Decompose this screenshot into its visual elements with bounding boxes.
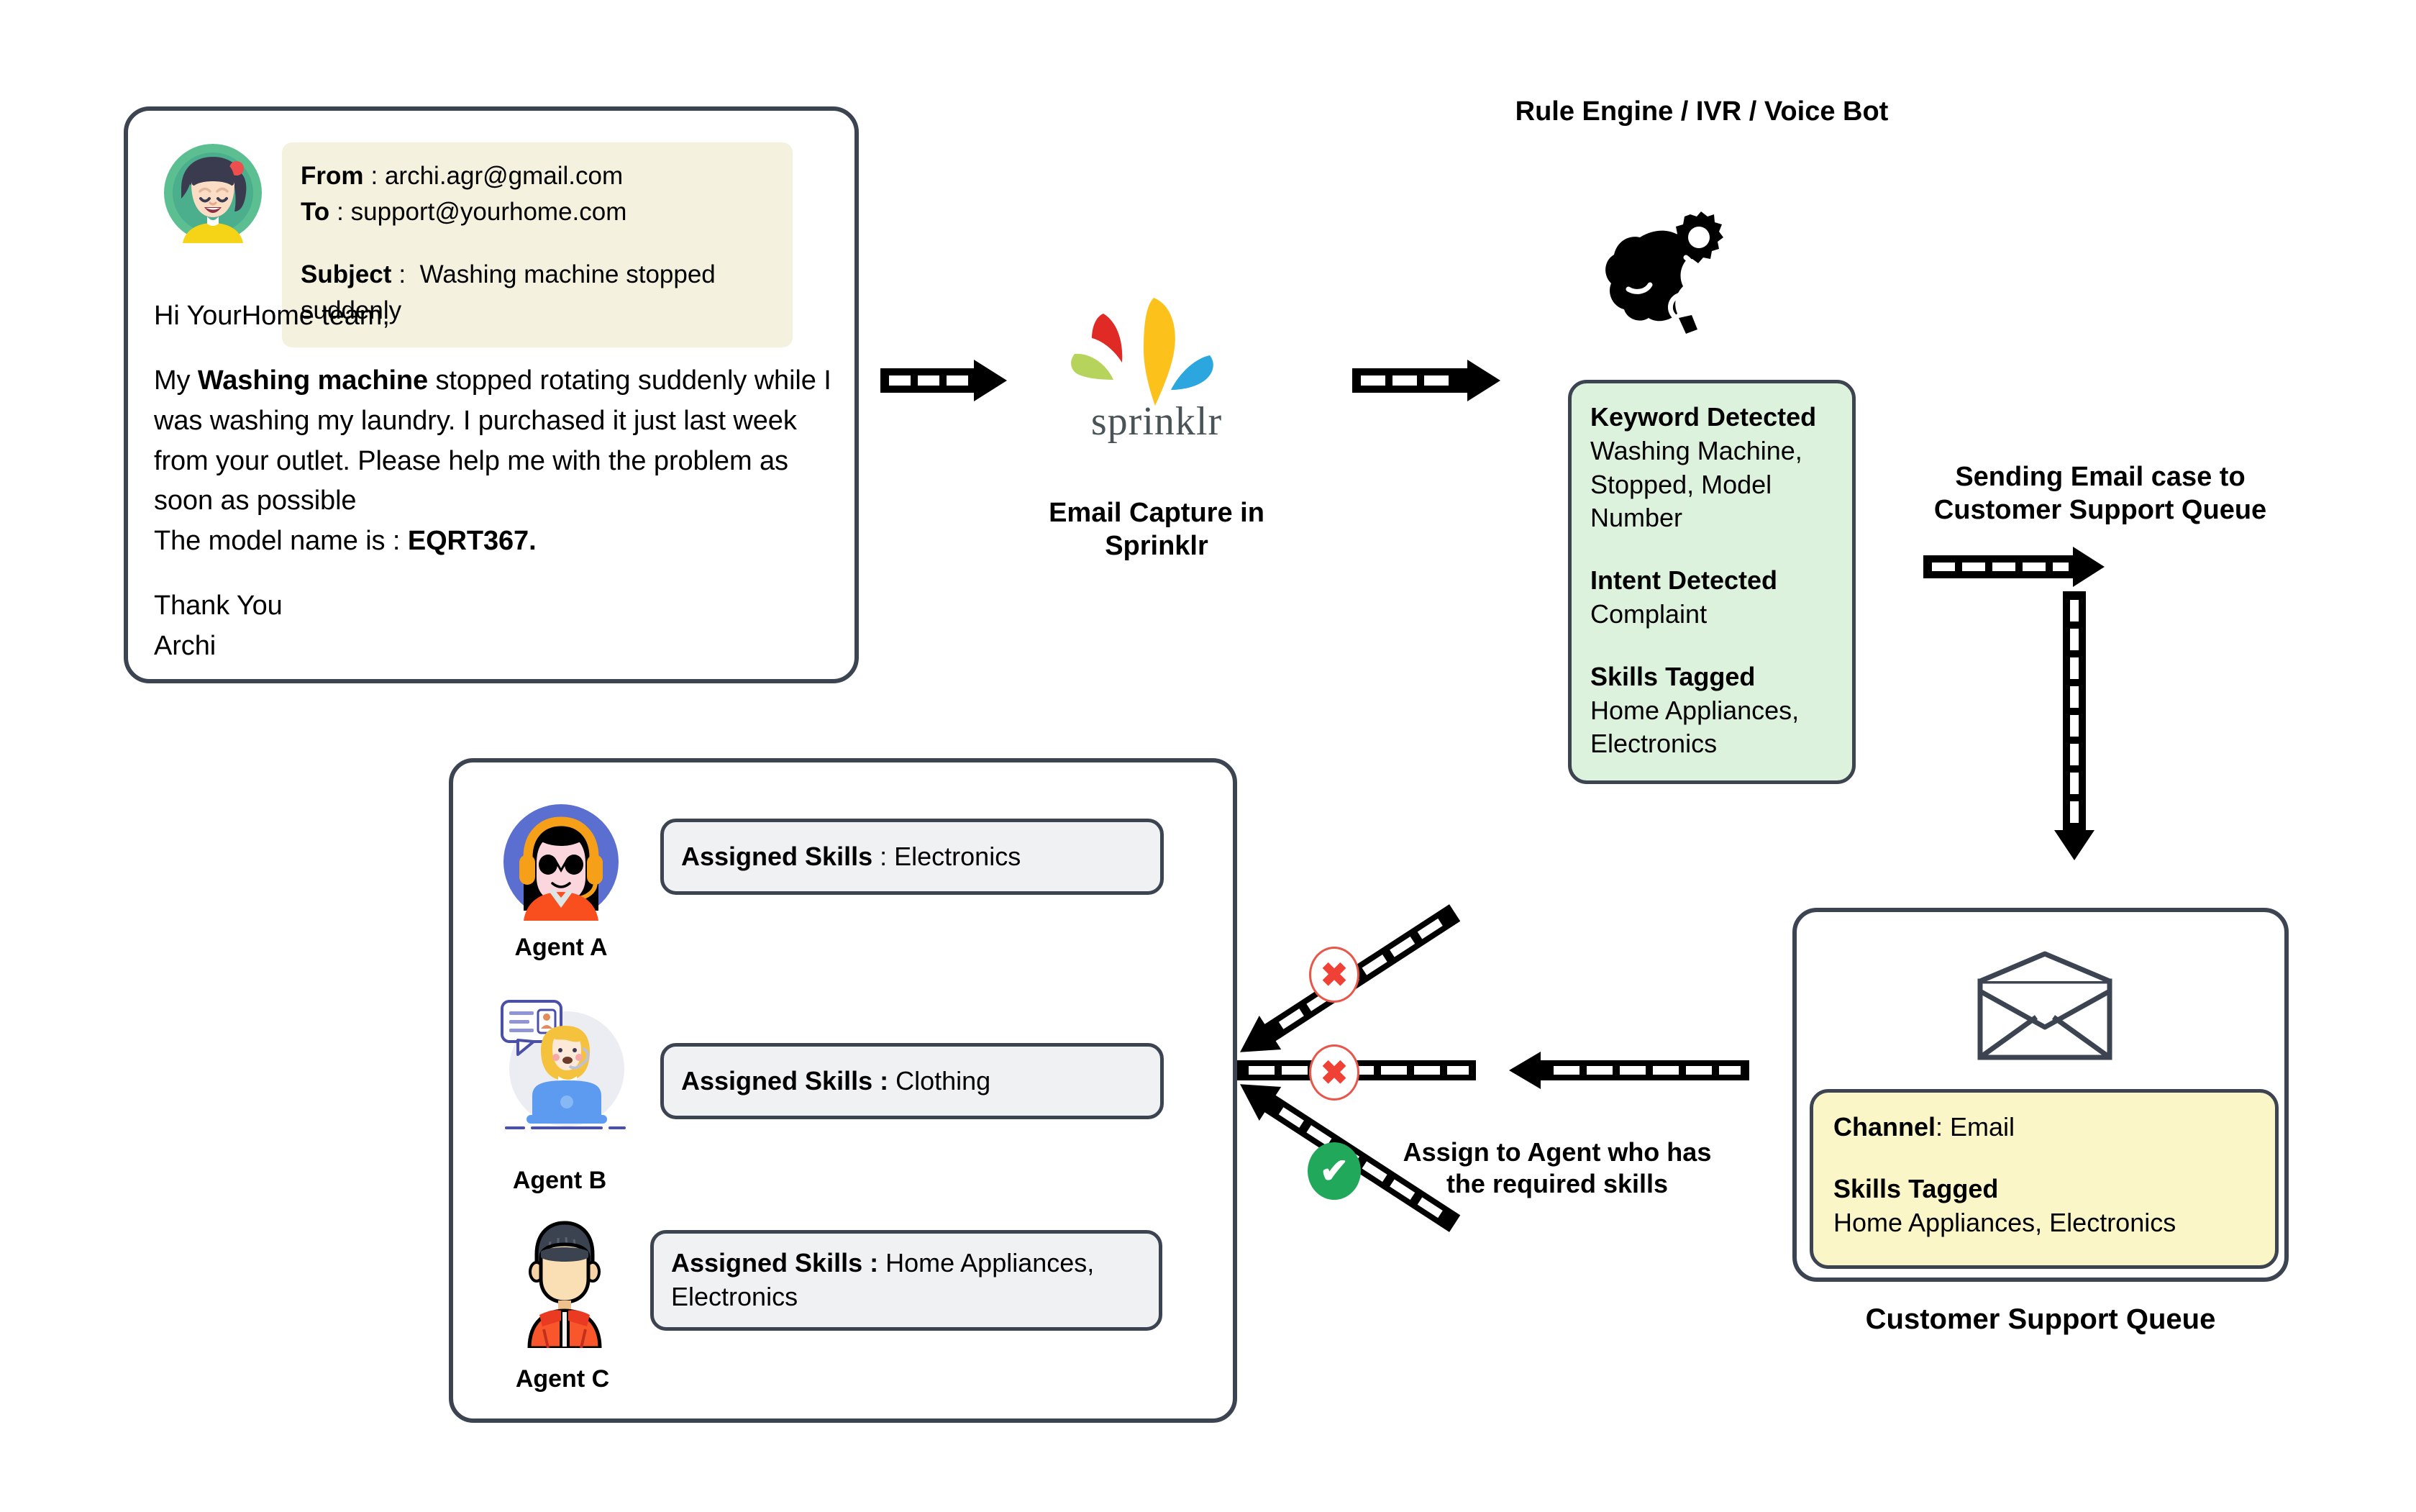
rule-engine-caption: Rule Engine / IVR / Voice Bot	[1515, 96, 1889, 127]
queue-detail-box: Channel: Email Skills Tagged Home Applia…	[1810, 1089, 2279, 1269]
skills-tagged-value: Home Appliances, Electronics	[1590, 695, 1800, 759]
email-to-row: To: support@yourhome.com	[301, 194, 774, 230]
agent-name-a: Agent A	[514, 934, 608, 961]
intent-detected-value: Complaint	[1590, 598, 1708, 629]
accept-badge-agent-c: ✔	[1308, 1142, 1361, 1200]
agent-male-icon	[511, 1217, 619, 1350]
email-paragraph: My Washing machine stopped rotating sudd…	[154, 361, 837, 522]
arrow-sprinklr-to-rule-engine	[1351, 358, 1502, 406]
arrow-email-to-sprinklr	[879, 358, 1008, 406]
assign-to-agent-caption: Assign to Agent who has the required ski…	[1403, 1137, 1712, 1198]
email-body-pre: My	[154, 365, 198, 396]
customer-support-queue-card: Channel: Email Skills Tagged Home Applia…	[1792, 908, 2289, 1282]
send-to-queue-caption: Sending Email case to Customer Support Q…	[1933, 462, 2267, 526]
email-to-sep: :	[337, 197, 344, 226]
agent-laptop-female-icon	[492, 994, 629, 1131]
sprinklr-logo-icon: sprinklr	[1071, 298, 1222, 444]
keyword-detected-value: Washing Machine, Stopped, Model Number	[1590, 435, 1802, 533]
arrow-rule-engine-to-queue	[1922, 545, 2130, 865]
customer-support-queue-caption: Customer Support Queue	[1865, 1303, 2216, 1335]
queue-channel-value: Email	[1950, 1112, 2015, 1142]
rule-engine-detection-box: Keyword Detected Washing Machine, Stoppe…	[1568, 380, 1856, 784]
reject-badge-agent-b: ✖	[1309, 1044, 1359, 1101]
email-model-value: EQRT367.	[407, 526, 537, 557]
email-subject-label: Subject	[301, 260, 392, 289]
queue-channel-row: Channel: Email	[1833, 1110, 2255, 1144]
email-model-line: The model name is : EQRT367.	[154, 522, 837, 562]
email-signoff: Thank You	[154, 591, 283, 621]
email-subject-sep: :	[398, 260, 406, 289]
diagram-canvas: From: archi.agr@gmail.com To: support@yo…	[0, 0, 2416, 1512]
agent-name-c: Agent C	[515, 1365, 610, 1393]
skill-value-b: Clothing	[895, 1065, 991, 1096]
brain-gear-icon	[1595, 209, 1732, 338]
email-to-label: To	[301, 197, 330, 226]
girl-avatar-icon	[163, 142, 263, 243]
queue-channel-label: Channel	[1833, 1112, 1936, 1142]
skill-sep-b	[888, 1066, 895, 1096]
skill-sep-a: :	[872, 841, 895, 871]
skill-label-a: Assigned Skills	[681, 841, 873, 871]
email-greeting: Hi YourHome team,	[154, 301, 390, 331]
skill-pill-agent-b: Assigned Skills : Clothing	[660, 1043, 1164, 1119]
email-from-label: From	[301, 162, 364, 190]
email-from-row: From: archi.agr@gmail.com	[301, 158, 774, 194]
email-body-bold: Washing machine	[197, 365, 429, 396]
skills-tagged-label: Skills Tagged	[1590, 661, 1756, 691]
intent-detected-label: Intent Detected	[1590, 565, 1778, 596]
skill-pill-agent-a: Assigned Skills : Electronics	[660, 819, 1164, 895]
skill-sep-c	[878, 1248, 885, 1278]
reject-badge-agent-a: ✖	[1309, 947, 1359, 1003]
sprinklr-node: sprinklr Email Capture in Sprinklr	[1041, 293, 1272, 563]
email-body: Hi YourHome team, My Washing machine sto…	[154, 296, 837, 667]
skill-pill-agent-c: Assigned Skills : Home Appliances, Elect…	[650, 1230, 1162, 1331]
email-to-value: support@yourhome.com	[350, 197, 627, 226]
agents-pool-card: Agent A Assigned Skills : Electronics Ag…	[449, 758, 1237, 1423]
agent-headset-female-icon	[502, 803, 620, 921]
skill-label-c: Assigned Skills :	[671, 1248, 879, 1278]
queue-channel-sep: :	[1936, 1112, 1951, 1142]
email-from-sep: :	[370, 162, 378, 190]
queue-skills-label: Skills Tagged	[1833, 1173, 1999, 1203]
incoming-email-card: From: archi.agr@gmail.com To: support@yo…	[124, 106, 859, 683]
email-model-label: The model name is :	[154, 526, 408, 557]
skill-label-b: Assigned Skills :	[681, 1065, 889, 1096]
svg-text:sprinklr: sprinklr	[1091, 399, 1222, 444]
keyword-detected-label: Keyword Detected	[1590, 402, 1817, 432]
queue-skills-value: Home Appliances, Electronics	[1833, 1208, 2176, 1238]
envelope-icon	[1959, 948, 2131, 1063]
email-from-value: archi.agr@gmail.com	[384, 162, 624, 190]
sprinklr-caption: Email Capture in Sprinklr	[1049, 498, 1264, 562]
email-signer: Archi	[154, 631, 216, 662]
agent-name-b: Agent B	[512, 1167, 607, 1194]
arrow-queue-to-router	[1477, 1049, 1751, 1096]
skill-value-a: Electronics	[894, 841, 1021, 871]
